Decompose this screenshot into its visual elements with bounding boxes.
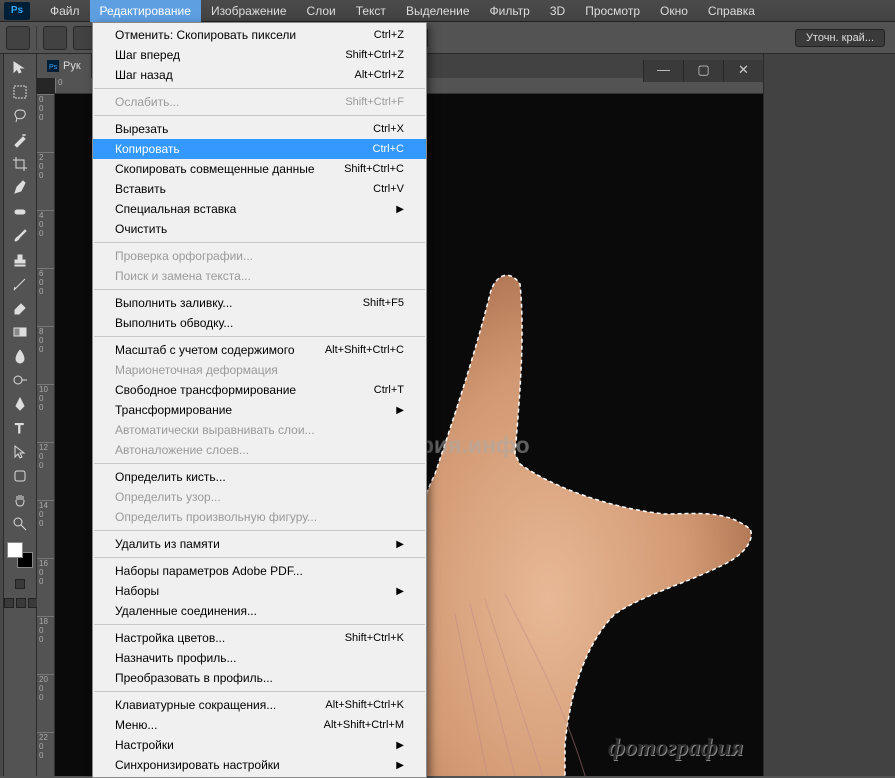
blur-tool[interactable] bbox=[6, 344, 34, 367]
app-logo: Ps bbox=[4, 2, 30, 20]
menu-item[interactable]: КопироватьCtrl+C bbox=[93, 139, 426, 159]
menu-item: Определить произвольную фигуру... bbox=[93, 507, 426, 527]
crop-tool[interactable] bbox=[6, 152, 34, 175]
menu-item[interactable]: Преобразовать в профиль... bbox=[93, 668, 426, 688]
shape-tool[interactable] bbox=[6, 464, 34, 487]
menu-item: Определить узор... bbox=[93, 487, 426, 507]
menu-separator bbox=[94, 624, 425, 625]
menu-item: Поиск и замена текста... bbox=[93, 266, 426, 286]
hand-tool[interactable] bbox=[6, 488, 34, 511]
toolbar: T bbox=[4, 54, 37, 776]
quickmask-toggle[interactable] bbox=[15, 579, 25, 589]
window-controls: — ▢ ✕ bbox=[643, 60, 763, 82]
magic-wand-tool[interactable] bbox=[6, 128, 34, 151]
selection-new-icon[interactable] bbox=[43, 26, 67, 50]
type-tool[interactable]: T bbox=[6, 416, 34, 439]
marquee-tool[interactable] bbox=[6, 80, 34, 103]
menu-separator bbox=[94, 115, 425, 116]
menu-изображение[interactable]: Изображение bbox=[201, 0, 297, 22]
stamp-tool[interactable] bbox=[6, 248, 34, 271]
history-brush-tool[interactable] bbox=[6, 272, 34, 295]
menu-item[interactable]: Настройки▶ bbox=[93, 735, 426, 755]
maximize-button[interactable]: ▢ bbox=[683, 60, 723, 82]
move-tool[interactable] bbox=[6, 56, 34, 79]
menu-текст[interactable]: Текст bbox=[346, 0, 396, 22]
menu-3d[interactable]: 3D bbox=[540, 0, 575, 22]
menu-item[interactable]: Шаг впередShift+Ctrl+Z bbox=[93, 45, 426, 65]
pen-tool[interactable] bbox=[6, 392, 34, 415]
right-panel-dock[interactable] bbox=[763, 54, 895, 776]
zoom-tool[interactable] bbox=[6, 512, 34, 535]
menu-item[interactable]: Специальная вставка▶ bbox=[93, 199, 426, 219]
menu-item[interactable]: Наборы▶ bbox=[93, 581, 426, 601]
separator bbox=[36, 26, 37, 50]
menu-item[interactable]: Определить кисть... bbox=[93, 467, 426, 487]
eyedropper-tool[interactable] bbox=[6, 176, 34, 199]
menu-item[interactable]: Настройка цветов...Shift+Ctrl+K bbox=[93, 628, 426, 648]
menu-separator bbox=[94, 463, 425, 464]
menu-item[interactable]: Свободное трансформированиеCtrl+T bbox=[93, 380, 426, 400]
menubar: Ps ФайлРедактированиеИзображениеСлоиТекс… bbox=[0, 0, 895, 22]
heal-tool[interactable] bbox=[6, 200, 34, 223]
tool-preset-icon[interactable] bbox=[6, 26, 30, 50]
menu-item[interactable]: Скопировать совмещенные данныеShift+Ctrl… bbox=[93, 159, 426, 179]
menu-справка[interactable]: Справка bbox=[698, 0, 765, 22]
menu-separator bbox=[94, 691, 425, 692]
lasso-tool[interactable] bbox=[6, 104, 34, 127]
menu-item[interactable]: Шаг назадAlt+Ctrl+Z bbox=[93, 65, 426, 85]
menu-item[interactable]: Масштаб с учетом содержимогоAlt+Shift+Ct… bbox=[93, 340, 426, 360]
menu-item[interactable]: Трансформирование▶ bbox=[93, 400, 426, 420]
menu-separator bbox=[94, 242, 425, 243]
menu-item[interactable]: Удалить из памяти▶ bbox=[93, 534, 426, 554]
menu-выделение[interactable]: Выделение bbox=[396, 0, 480, 22]
menu-separator bbox=[94, 336, 425, 337]
menu-item: Проверка орфографии... bbox=[93, 246, 426, 266]
menu-item[interactable]: Назначить профиль... bbox=[93, 648, 426, 668]
menu-separator bbox=[94, 557, 425, 558]
menu-слои[interactable]: Слои bbox=[297, 0, 346, 22]
ruler-vertical[interactable]: 0 0 02 0 04 0 06 0 08 0 010 0 012 0 014 … bbox=[37, 94, 55, 776]
menu-редактирование[interactable]: Редактирование bbox=[90, 0, 201, 22]
menu-файл[interactable]: Файл bbox=[40, 0, 90, 22]
dodge-tool[interactable] bbox=[6, 368, 34, 391]
menu-separator bbox=[94, 88, 425, 89]
menu-item[interactable]: Выполнить обводку... bbox=[93, 313, 426, 333]
menu-фильтр[interactable]: Фильтр bbox=[480, 0, 540, 22]
svg-text:Ps: Ps bbox=[49, 64, 58, 71]
menu-item: Автоматически выравнивать слои... bbox=[93, 420, 426, 440]
menu-item[interactable]: Меню...Alt+Shift+Ctrl+M bbox=[93, 715, 426, 735]
menu-просмотр[interactable]: Просмотр bbox=[575, 0, 650, 22]
minimize-button[interactable]: — bbox=[643, 60, 683, 82]
svg-text:T: T bbox=[15, 420, 24, 436]
menu-item[interactable]: Отменить: Скопировать пикселиCtrl+Z bbox=[93, 25, 426, 45]
menu-item[interactable]: Выполнить заливку...Shift+F5 bbox=[93, 293, 426, 313]
menu-item: Ослабить...Shift+Ctrl+F bbox=[93, 92, 426, 112]
close-button[interactable]: ✕ bbox=[723, 60, 763, 82]
menu-item[interactable]: ВставитьCtrl+V bbox=[93, 179, 426, 199]
menu-separator bbox=[94, 289, 425, 290]
menu-окно[interactable]: Окно bbox=[650, 0, 698, 22]
menu-item: Автоналожение слоев... bbox=[93, 440, 426, 460]
document-tab[interactable]: PsРук bbox=[37, 54, 92, 78]
menu-item: Марионеточная деформация bbox=[93, 360, 426, 380]
edit-menu-dropdown: Отменить: Скопировать пикселиCtrl+ZШаг в… bbox=[92, 22, 427, 778]
menu-item[interactable]: Наборы параметров Adobe PDF... bbox=[93, 561, 426, 581]
menu-item[interactable]: Удаленные соединения... bbox=[93, 601, 426, 621]
screen-mode[interactable] bbox=[4, 598, 38, 608]
color-swatches[interactable] bbox=[7, 542, 33, 568]
refine-edge-button[interactable]: Уточн. край... bbox=[795, 29, 885, 47]
gradient-tool[interactable] bbox=[6, 320, 34, 343]
path-select-tool[interactable] bbox=[6, 440, 34, 463]
menu-item[interactable]: Клавиатурные сокращения...Alt+Shift+Ctrl… bbox=[93, 695, 426, 715]
eraser-tool[interactable] bbox=[6, 296, 34, 319]
brush-tool[interactable] bbox=[6, 224, 34, 247]
menu-item[interactable]: Очистить bbox=[93, 219, 426, 239]
menu-item[interactable]: ВырезатьCtrl+X bbox=[93, 119, 426, 139]
menu-item[interactable]: Синхронизировать настройки▶ bbox=[93, 755, 426, 775]
menu-separator bbox=[94, 530, 425, 531]
